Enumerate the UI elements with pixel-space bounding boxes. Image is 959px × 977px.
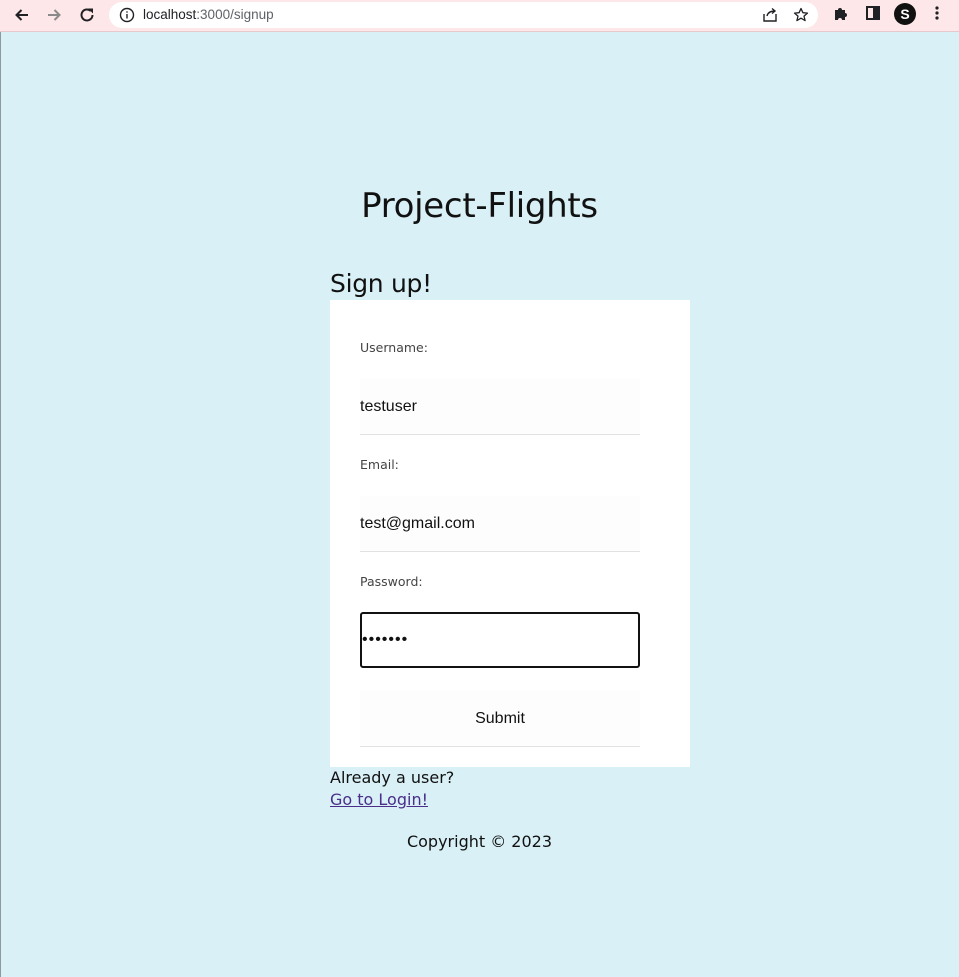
reload-icon [80, 8, 94, 22]
already-user-text: Already a user? [330, 768, 455, 787]
app-title: Project-Flights [361, 186, 598, 226]
email-input[interactable] [360, 496, 640, 552]
back-button[interactable] [8, 2, 36, 28]
form-heading: Sign up! [330, 269, 432, 298]
browser-menu-button[interactable] [926, 3, 948, 23]
reload-button[interactable] [73, 2, 101, 28]
signup-form: Username: Email: Password: Submit [330, 300, 690, 767]
side-panel-button[interactable] [862, 3, 884, 23]
forward-button[interactable] [40, 2, 68, 28]
info-icon[interactable] [119, 7, 135, 23]
login-link[interactable]: Go to Login! [330, 789, 428, 811]
back-icon [15, 9, 28, 21]
extensions-button[interactable] [830, 3, 852, 23]
browser-toolbar: localhost:3000/signup S [0, 0, 959, 32]
star-icon [793, 7, 809, 22]
url-text: localhost:3000/signup [143, 6, 274, 24]
forward-icon [48, 9, 61, 21]
extensions-icon [835, 8, 847, 20]
email-label: Email: [360, 457, 399, 472]
menu-icon [935, 6, 939, 20]
username-input[interactable] [360, 379, 640, 435]
submit-button[interactable]: Submit [360, 691, 640, 747]
copyright-footer: Copyright © 2023 [406, 832, 553, 851]
share-icon [763, 7, 777, 22]
url-host: localhost [143, 7, 197, 22]
password-label: Password: [360, 574, 423, 589]
url-path: :3000/signup [196, 7, 274, 22]
profile-avatar[interactable]: S [894, 3, 916, 25]
address-bar[interactable]: localhost:3000/signup [109, 2, 818, 28]
bookmark-button[interactable] [790, 5, 812, 25]
password-input[interactable] [360, 612, 640, 668]
share-button[interactable] [759, 5, 781, 25]
side-panel-icon [866, 6, 880, 20]
username-label: Username: [360, 340, 428, 355]
